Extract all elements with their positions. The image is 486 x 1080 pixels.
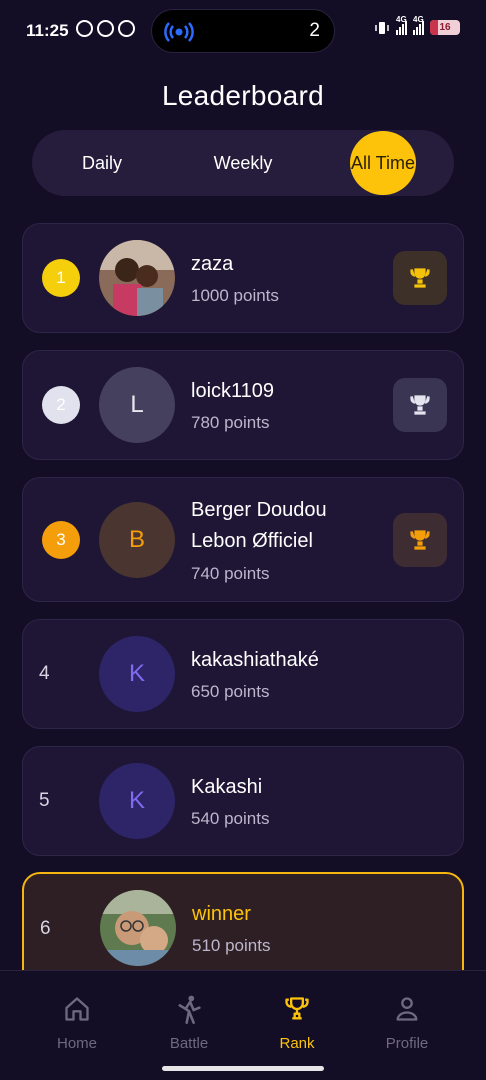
player-points: 540 points [191,809,270,828]
trophy-icon [410,268,430,288]
trophy-button[interactable] [393,251,447,305]
trophy-icon [410,530,430,550]
whatsapp-icon [76,20,93,37]
avatar: L [99,367,175,443]
status-right-icons: 4G 4G 16 [374,15,460,35]
tab-all-time-label: All Time [350,152,415,173]
rank-number: 5 [39,790,50,811]
nav-profile-label: Profile [385,1035,429,1052]
avatar: K [99,636,175,712]
leaderboard-row[interactable]: 1 zaza 1000 points [22,223,464,333]
status-time: 11:25 [26,21,69,40]
player-name: loick1109 [191,380,275,402]
player-name: kakashiathaké [191,649,319,671]
avatar-photo [100,890,176,966]
rank-number: 4 [39,663,50,684]
profile-icon [396,997,418,1021]
player-points: 780 points [191,413,270,432]
avatar: K [99,763,175,839]
nav-battle-label: Battle [169,1035,209,1052]
tab-daily[interactable]: Daily [66,130,138,196]
messenger-icon [118,20,135,37]
trophy-button[interactable] [393,513,447,567]
page-title: Leaderboard [161,80,325,111]
avatar-photo [99,240,175,316]
trophy-icon [410,395,430,415]
tab-all-time[interactable]: All Time [350,131,416,195]
nav-battle[interactable]: Battle [139,995,239,1052]
trophy-icon [285,997,309,1020]
status-bar: 11:25 2 4G 4G 16 [0,0,486,62]
rank-number: 6 [40,918,51,939]
nav-rank-label: Rank [279,1035,315,1052]
player-name-line2: Lebon Øfficiel [191,530,313,552]
player-points: 740 points [191,564,270,583]
notification-icons [76,20,135,37]
player-points: 510 points [192,936,271,955]
trophy-button[interactable] [393,378,447,432]
home-icon [65,997,89,1021]
nav-profile[interactable]: Profile [357,995,457,1052]
broadcast-icon [164,22,194,42]
battery-icon: 16 [430,20,460,35]
nav-home[interactable]: Home [27,995,127,1052]
battle-icon [178,995,201,1024]
player-points: 650 points [191,682,270,701]
leaderboard-row[interactable]: 2 L loick1109 780 points [22,350,464,460]
rank-badge-silver: 2 [42,386,80,424]
signal-icon: 4G [413,15,424,35]
leaderboard-row[interactable]: 5 K Kakashi 540 points [22,746,464,856]
island-count: 2 [309,20,320,41]
player-name: Kakashi [191,776,263,798]
leaderboard-row[interactable]: 4 K kakashiathaké 650 points [22,619,464,729]
whatsapp-icon [97,20,114,37]
avatar [99,240,175,316]
dynamic-island[interactable]: 2 [151,9,335,53]
player-points: 1000 points [191,286,279,305]
nav-rank[interactable]: Rank [247,995,347,1052]
player-name: winner [192,903,251,925]
leaderboard-row[interactable]: 3 B Berger Doudou Lebon Øfficiel 740 poi… [22,477,464,602]
tab-weekly[interactable]: Weekly [200,130,286,196]
signal-icon: 4G [396,15,407,35]
avatar [100,890,176,966]
rank-badge-gold: 1 [42,259,80,297]
leaderboard-screen: 11:25 2 4G 4G 16 Leaderboard Daily Weekl… [0,0,486,1080]
player-name: Berger Doudou [191,499,327,521]
vibrate-icon [375,21,389,34]
period-tabs: Daily Weekly All Time [32,130,454,196]
nav-home-label: Home [56,1035,97,1052]
player-name: zaza [191,253,234,275]
avatar: B [99,502,175,578]
bottom-navigation: Home Battle Rank Profile [0,970,486,1080]
home-indicator[interactable] [162,1066,324,1071]
rank-badge-bronze: 3 [42,521,80,559]
